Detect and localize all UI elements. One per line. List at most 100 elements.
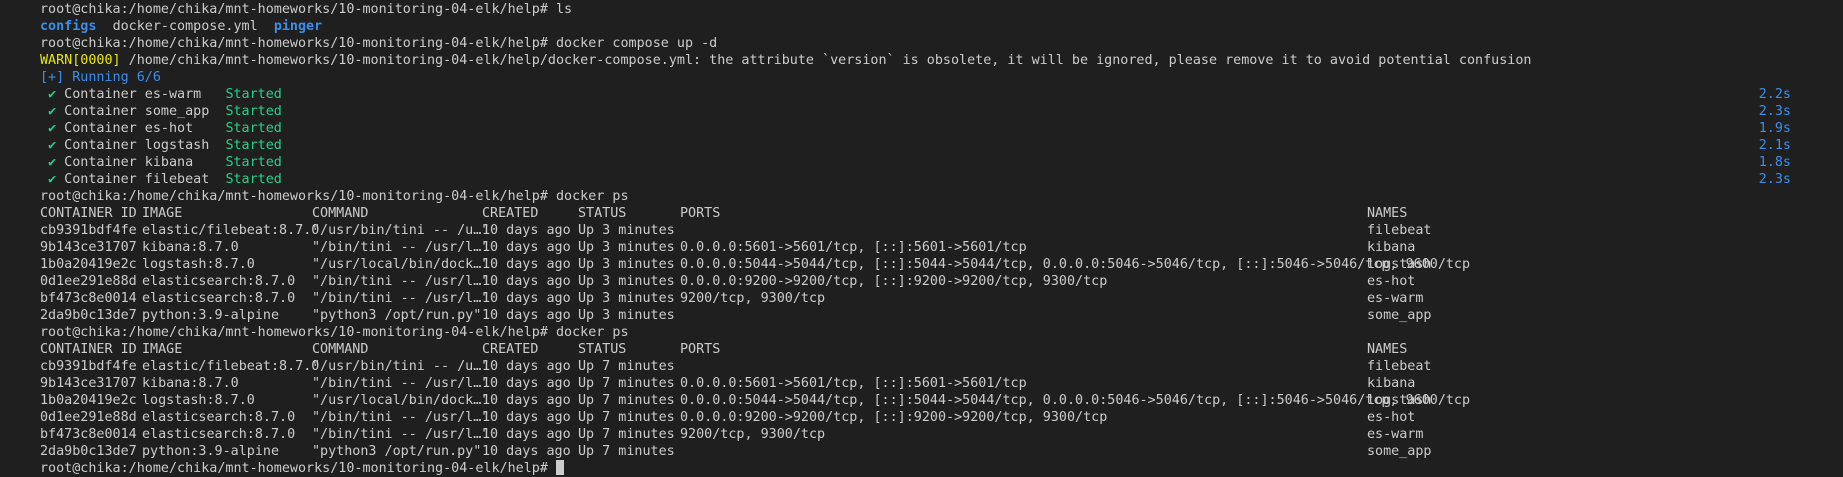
image-cell: elasticsearch:8.7.0	[142, 274, 296, 289]
status-cell: Up 3 minutes	[578, 223, 675, 238]
column-header: COMMAND	[312, 342, 369, 357]
column-header: NAMES	[1367, 342, 1408, 357]
container-name: ✔ Container es-warm	[48, 87, 226, 102]
command-cell: "/bin/tini -- /usr/l…"	[312, 291, 490, 306]
created-cell: 10 days ago	[482, 359, 571, 374]
status-cell: Up 7 minutes	[578, 376, 675, 391]
status-cell: Up 7 minutes	[578, 359, 675, 374]
ports-cell: 0.0.0.0:9200->9200/tcp, [::]:9200->9200/…	[680, 274, 1108, 289]
container-names-cell: logstash	[1367, 257, 1432, 272]
table-row: bf473c8e0014 elasticsearch:8.7.0 "/bin/tin…	[40, 290, 1843, 307]
check-icon: ✔	[48, 155, 57, 170]
command-cell: "/usr/local/bin/dock…"	[312, 257, 490, 272]
container-names-cell: some_app	[1367, 444, 1432, 459]
status-cell: Up 3 minutes	[578, 308, 675, 323]
table-row: 0d1ee291e88d elasticsearch:8.7.0 "/bin/tin…	[40, 409, 1843, 426]
ls-output-line: configs docker-compose.yml pinger	[40, 18, 1843, 35]
image-cell: python:3.9-alpine	[142, 444, 280, 459]
column-header: IMAGE	[142, 206, 183, 221]
column-header: IMAGE	[142, 342, 183, 357]
created-cell: 10 days ago	[482, 308, 571, 323]
status-cell: Up 7 minutes	[578, 410, 675, 425]
status-cell: Up 3 minutes	[578, 274, 675, 289]
container-duration: 1.8s	[1758, 155, 1791, 170]
prompt: root@chika:/home/chika/mnt-homeworks/10-…	[40, 325, 548, 340]
container-status: Started	[225, 172, 282, 187]
started-container-row: ✔ Container es-hot Started 1.9s	[40, 120, 1843, 137]
ports-cell: 0.0.0.0:5044->5044/tcp, [::]:5044->5044/…	[680, 257, 1471, 272]
command-cell: "/usr/bin/tini -- /u…"	[312, 223, 490, 238]
container-name: ✔ Container logstash	[48, 138, 226, 153]
ls-file-entry: docker-compose.yml	[112, 19, 258, 34]
column-header: CREATED	[482, 342, 539, 357]
prompt: root@chika:/home/chika/mnt-homeworks/10-…	[40, 189, 548, 204]
column-header: CONTAINER ID	[40, 206, 137, 221]
container-names-cell: filebeat	[1367, 223, 1432, 238]
status-cell: Up 3 minutes	[578, 240, 675, 255]
prompt-line-current[interactable]: root@chika:/home/chika/mnt-homeworks/10-…	[40, 460, 1843, 477]
check-icon: ✔	[48, 87, 57, 102]
ports-cell: 0.0.0.0:9200->9200/tcp, [::]:9200->9200/…	[680, 410, 1108, 425]
column-header: PORTS	[680, 206, 721, 221]
image-cell: logstash:8.7.0	[142, 257, 255, 272]
container-names-cell: es-warm	[1367, 427, 1424, 442]
check-icon: ✔	[48, 138, 57, 153]
container-id-cell: 2da9b0c13de7	[40, 308, 137, 323]
container-id-cell: 9b143ce31707	[40, 376, 137, 391]
created-cell: 10 days ago	[482, 257, 571, 272]
ls-dir-entry: pinger	[273, 19, 323, 34]
table-row: 0d1ee291e88d elasticsearch:8.7.0 "/bin/tin…	[40, 273, 1843, 290]
warn-tag: WARN[0000]	[40, 53, 121, 68]
docker-ps-table: CONTAINER ID IMAGE COMMAND CREATED STATUS POR…	[40, 341, 1843, 460]
container-duration: 2.3s	[1758, 172, 1791, 187]
ports-cell: 9200/tcp, 9300/tcp	[680, 427, 826, 442]
started-container-row: ✔ Container filebeat Started 2.3s	[40, 171, 1843, 188]
ports-cell: 0.0.0.0:5601->5601/tcp, [::]:5601->5601/…	[680, 240, 1027, 255]
prompt-line-ps-2: root@chika:/home/chika/mnt-homeworks/10-…	[40, 324, 1843, 341]
container-names-cell: some_app	[1367, 308, 1432, 323]
prompt-line-ls: root@chika:/home/chika/mnt-homeworks/10-…	[40, 1, 1843, 18]
prompt: root@chika:/home/chika/mnt-homeworks/10-…	[40, 36, 548, 51]
ports-cell: 0.0.0.0:5601->5601/tcp, [::]:5601->5601/…	[680, 376, 1027, 391]
check-icon: ✔	[48, 104, 57, 119]
created-cell: 10 days ago	[482, 410, 571, 425]
container-names-cell: es-hot	[1367, 274, 1416, 289]
image-cell: elasticsearch:8.7.0	[142, 291, 296, 306]
check-icon: ✔	[48, 121, 57, 136]
image-cell: logstash:8.7.0	[142, 393, 255, 408]
container-names-cell: es-hot	[1367, 410, 1416, 425]
warning-line: WARN[0000] /home/chika/mnt-homeworks/10-…	[40, 52, 1843, 69]
created-cell: 10 days ago	[482, 223, 571, 238]
command-cell: "/bin/tini -- /usr/l…"	[312, 240, 490, 255]
container-duration: 1.9s	[1758, 121, 1791, 136]
warn-text: /home/chika/mnt-homeworks/10-monitoring-…	[120, 53, 1532, 68]
status-cell: Up 7 minutes	[578, 427, 675, 442]
status-cell: Up 7 minutes	[578, 393, 675, 408]
table-row: cb9391bdf4fe elastic/filebeat:8.7.0 "/usr/…	[40, 222, 1843, 239]
container-id-cell: 9b143ce31707	[40, 240, 137, 255]
created-cell: 10 days ago	[482, 291, 571, 306]
docker-ps-table: CONTAINER ID IMAGE COMMAND CREATED STATUS POR…	[40, 205, 1843, 324]
command-text: docker ps	[547, 189, 629, 204]
container-names-cell: filebeat	[1367, 359, 1432, 374]
command-cell: "/usr/local/bin/dock…"	[312, 393, 490, 408]
terminal-output[interactable]: root@chika:/home/chika/mnt-homeworks/10-…	[0, 0, 1843, 476]
container-name: ✔ Container filebeat	[48, 172, 226, 187]
container-names-cell: kibana	[1367, 240, 1416, 255]
container-duration: 2.2s	[1758, 87, 1791, 102]
container-name: ✔ Container some_app	[48, 104, 226, 119]
check-icon: ✔	[48, 172, 57, 187]
container-status: Started	[225, 121, 282, 136]
command-text: docker ps	[547, 325, 629, 340]
status-cell: Up 3 minutes	[578, 257, 675, 272]
image-cell: elastic/filebeat:8.7.0	[142, 223, 320, 238]
container-duration: 2.3s	[1758, 104, 1791, 119]
column-header: STATUS	[578, 342, 627, 357]
container-id-cell: 0d1ee291e88d	[40, 274, 137, 289]
image-cell: kibana:8.7.0	[142, 240, 239, 255]
container-id-cell: bf473c8e0014	[40, 291, 137, 306]
image-cell: python:3.9-alpine	[142, 308, 280, 323]
image-cell: elasticsearch:8.7.0	[142, 410, 296, 425]
container-names-cell: logstash	[1367, 393, 1432, 408]
command-cell: "python3 /opt/run.py"	[312, 444, 482, 459]
